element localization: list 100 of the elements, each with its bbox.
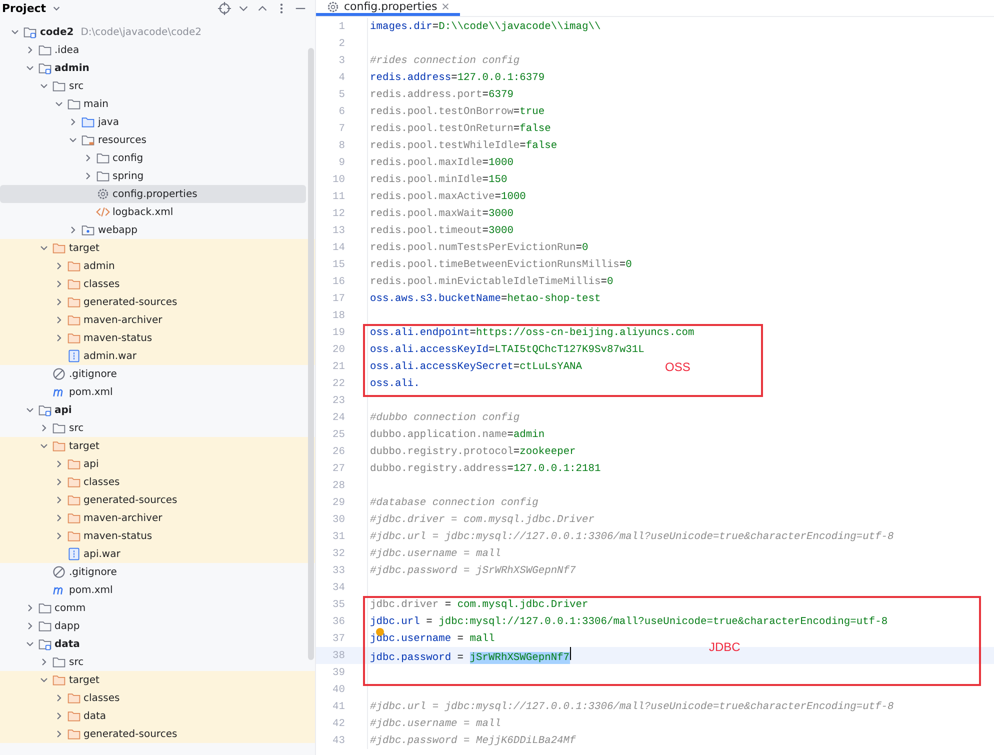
chevron-icon[interactable] — [39, 243, 49, 253]
tree-item[interactable]: comm — [0, 599, 306, 617]
tree-item[interactable]: .gitignore — [0, 365, 306, 383]
archive-file-icon — [66, 349, 80, 363]
code-line: dubbo.registry.address=127.0.0.1:2181 — [370, 462, 601, 474]
code-comment: #jdbc.driver = com.mysql.jdbc.Driver — [370, 514, 594, 526]
line-number: 36 — [332, 616, 345, 628]
crosshair-icon[interactable] — [218, 2, 231, 14]
line-number: 3 — [338, 54, 345, 66]
chevron-icon[interactable] — [10, 27, 20, 37]
tree-item[interactable]: resources — [0, 131, 306, 149]
blocked-icon — [52, 367, 66, 381]
code-line: redis.pool.maxIdle=1000 — [370, 156, 514, 168]
code-line: jdbc.password = jSrWRhXSWGepnNf7 — [370, 647, 571, 664]
scrollbar[interactable] — [308, 48, 314, 660]
line-number: 10 — [332, 174, 345, 186]
line-number: 40 — [332, 684, 345, 696]
tree-item[interactable]: pom.xml — [0, 581, 306, 599]
line-number: 21 — [332, 360, 345, 372]
code-line: oss.ali. — [370, 378, 420, 390]
chevron-icon[interactable] — [68, 135, 78, 145]
tree-item[interactable]: src — [0, 419, 306, 437]
folder-icon — [66, 529, 80, 543]
editor-tab[interactable]: config.properties — [316, 0, 460, 16]
tree-item[interactable]: admin — [0, 59, 306, 77]
chevron-icon[interactable] — [68, 225, 78, 235]
archive-file-icon — [66, 547, 80, 561]
line-number: 41 — [332, 700, 345, 712]
tree-item[interactable]: dapp — [0, 617, 306, 635]
tree-item[interactable]: logback.xml — [0, 203, 306, 221]
folder-icon — [96, 151, 110, 165]
code-line: redis.address.port=6379 — [370, 88, 514, 100]
line-number: 8 — [338, 140, 345, 152]
line-number: 17 — [332, 292, 345, 304]
folder-icon — [38, 61, 52, 75]
folder-icon — [38, 403, 52, 417]
chevron-icon[interactable] — [39, 675, 49, 685]
folder-icon — [66, 313, 80, 327]
line-number: 19 — [332, 326, 345, 338]
code-line: dubbo.registry.protocol=zookeeper — [370, 446, 576, 458]
folder-icon — [81, 223, 95, 237]
tree-item[interactable]: pom.xml — [0, 383, 306, 401]
chevron-icon[interactable] — [39, 423, 49, 433]
project-path: D:\code\javacode\code2 — [80, 26, 202, 38]
code-line: redis.pool.testWhileIdle=false — [370, 140, 558, 152]
close-icon[interactable] — [441, 2, 450, 11]
folder-icon — [66, 493, 80, 507]
tree-item[interactable]: api — [0, 401, 306, 419]
panel-title[interactable]: Project — [2, 2, 46, 14]
code-comment: #jdbc.url = jdbc:mysql://127.0.0.1:3306/mall?useUnicode=true&characterEncoding=utf-8 — [370, 530, 894, 542]
tree-item[interactable]: config — [0, 149, 306, 167]
chevron-icon[interactable] — [54, 99, 64, 109]
folder-icon — [23, 25, 37, 39]
line-number: 13 — [332, 224, 345, 236]
folder-icon — [66, 511, 80, 525]
line-number: 28 — [332, 480, 345, 492]
tree-item[interactable]: code2 D:\code\javacode\code2 — [0, 23, 306, 41]
folder-icon — [52, 673, 66, 687]
tree-item[interactable]: spring — [0, 167, 306, 185]
tree-item[interactable]: java — [0, 113, 306, 131]
tree-item[interactable]: webapp — [0, 221, 306, 239]
code-line: redis.pool.maxWait=3000 — [370, 208, 514, 220]
code-line: redis.pool.testOnReturn=false — [370, 122, 551, 134]
line-number: 32 — [332, 548, 345, 560]
chevron-icon[interactable] — [39, 441, 49, 451]
folder-icon — [52, 655, 66, 669]
code-line: redis.pool.timeout=3000 — [370, 224, 514, 236]
folder-icon — [66, 475, 80, 489]
folder-icon — [52, 79, 66, 93]
line-number: 14 — [332, 242, 345, 254]
tree-item[interactable]: main — [0, 95, 306, 113]
tree-item[interactable]: config.properties — [0, 185, 306, 203]
line-number: 12 — [332, 208, 345, 220]
chevron-icon[interactable] — [39, 657, 49, 667]
code-comment: #rides connection config — [370, 54, 520, 66]
chevron-icon[interactable] — [68, 117, 78, 127]
folder-icon — [81, 133, 95, 147]
line-number: 11 — [332, 190, 345, 202]
tree-item[interactable]: src — [0, 77, 306, 95]
chevron-icon[interactable] — [24, 405, 34, 415]
code-tag-icon — [96, 205, 110, 219]
folder-icon — [81, 115, 95, 129]
chevron-icon[interactable] — [39, 81, 49, 91]
code-line: redis.pool.testOnBorrow=true — [370, 106, 545, 118]
code-line: images.dir=D:\\code\\javacode\\imag\\ — [370, 20, 601, 32]
line-number: 27 — [332, 462, 345, 474]
tree-item[interactable]: .gitignore — [0, 563, 306, 581]
line-number: 6 — [338, 106, 345, 118]
tree-item[interactable]: .idea — [0, 41, 306, 59]
folder-icon — [66, 277, 80, 291]
folder-icon — [52, 421, 66, 435]
line-number: 24 — [332, 412, 345, 424]
folder-icon — [66, 457, 80, 471]
code-line: jdbc.url = jdbc:mysql://127.0.0.1:3306/mall?useUnicode=true&characterEncoding=utf-8 — [370, 616, 888, 628]
chevron-icon[interactable] — [24, 639, 34, 649]
tree-item[interactable]: src — [0, 653, 306, 671]
chevron-icon[interactable] — [24, 63, 34, 73]
code-comment: #jdbc.url = jdbc:mysql://127.0.0.1:3306/mall?useUnicode=true&characterEncoding=utf-8 — [370, 700, 894, 712]
code-line: redis.pool.timeBetweenEvictionRunsMillis=0 — [370, 258, 632, 270]
tree-item[interactable]: data — [0, 635, 306, 653]
